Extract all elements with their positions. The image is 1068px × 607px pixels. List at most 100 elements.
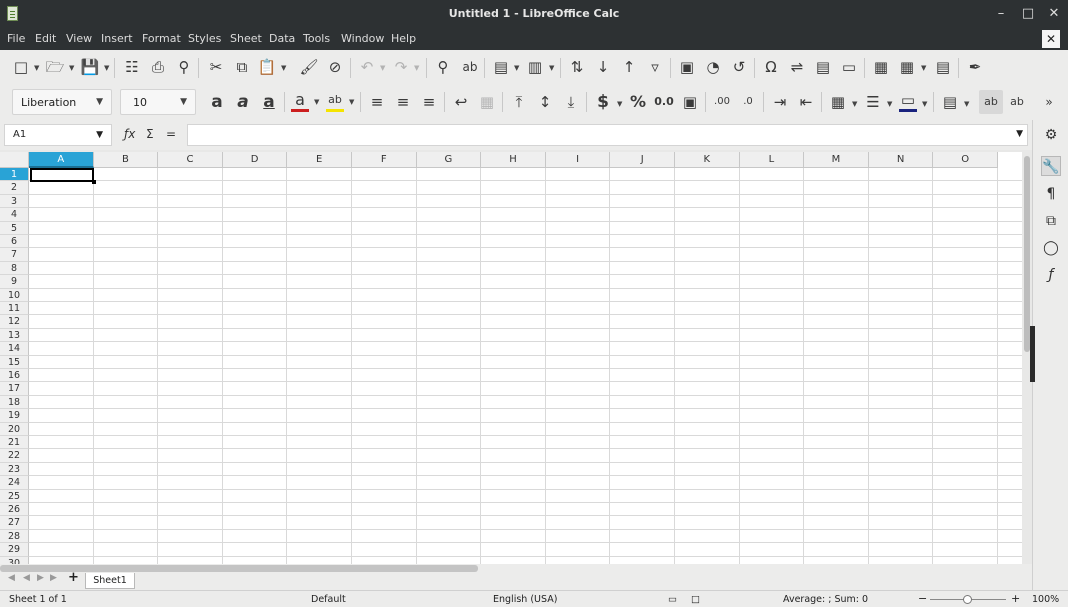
row-header[interactable]: 13 xyxy=(0,328,29,343)
export-pdf-icon[interactable]: ☷ xyxy=(121,56,143,78)
language[interactable]: English (USA) xyxy=(493,594,557,605)
row-dropdown-icon[interactable]: ▼ xyxy=(514,64,519,72)
italic-icon[interactable]: a xyxy=(232,91,254,113)
styles-icon[interactable]: ¶ xyxy=(1041,184,1061,204)
borders-icon[interactable]: ▦ xyxy=(827,91,849,113)
row-header[interactable]: 24 xyxy=(0,476,29,490)
bold-icon[interactable]: a xyxy=(206,91,228,113)
sum-icon[interactable]: Σ xyxy=(146,127,154,141)
number-format-icon[interactable]: 0.0 xyxy=(653,91,675,113)
row-header[interactable]: 8 xyxy=(0,261,29,276)
borders-dropdown-icon[interactable]: ▼ xyxy=(852,100,857,108)
save-icon[interactable]: 💾 xyxy=(79,56,101,78)
menu-data[interactable]: Data xyxy=(269,32,295,45)
percent-format-icon[interactable]: % xyxy=(627,91,649,113)
comment-icon[interactable]: ▤ xyxy=(812,56,834,78)
menu-window[interactable]: Window xyxy=(341,32,384,45)
close-document-icon[interactable]: ✕ xyxy=(1042,30,1060,48)
row-header[interactable]: 1 xyxy=(0,168,29,182)
align-top-icon[interactable]: ⤒ xyxy=(508,91,530,113)
decrease-indent-icon[interactable]: ⇤ xyxy=(795,91,817,113)
row-header[interactable]: 21 xyxy=(0,436,29,450)
formula-input[interactable]: ▼ xyxy=(187,124,1028,146)
navigator-icon[interactable]: ◯ xyxy=(1041,238,1061,258)
split-window-icon[interactable]: ▤ xyxy=(932,56,954,78)
previous-sheet-icon[interactable]: ◀ xyxy=(23,573,30,583)
row-header[interactable]: 27 xyxy=(0,516,29,530)
text-direction-rtl-icon[interactable]: ab xyxy=(1006,91,1028,113)
align-bottom-icon[interactable]: ⤓ xyxy=(560,91,582,113)
column-header[interactable]: B xyxy=(93,152,159,168)
properties-icon[interactable]: 🔧 xyxy=(1041,156,1061,176)
toolbar-overflow-icon[interactable]: » xyxy=(1038,91,1060,113)
first-sheet-icon[interactable]: ◀ xyxy=(8,573,15,583)
cut-icon[interactable]: ✂ xyxy=(205,56,227,78)
close-icon[interactable]: ✕ xyxy=(1045,5,1063,23)
menu-styles[interactable]: Styles xyxy=(188,32,221,45)
column-header[interactable]: N xyxy=(868,152,934,168)
active-cell-cursor[interactable] xyxy=(30,168,96,184)
menu-insert[interactable]: Insert xyxy=(101,32,133,45)
functions-icon[interactable]: ƒ xyxy=(1041,265,1061,285)
column-header[interactable]: H xyxy=(481,152,546,168)
open-dropdown-icon[interactable]: ▼ xyxy=(69,64,74,72)
wrap-text-icon[interactable]: ↩ xyxy=(450,91,472,113)
column-header[interactable]: A xyxy=(29,152,94,168)
insert-image-icon[interactable]: ▣ xyxy=(676,56,698,78)
row-header[interactable]: 18 xyxy=(0,395,29,410)
minimize-icon[interactable]: – xyxy=(992,5,1010,23)
function-wizard-icon[interactable]: ƒx xyxy=(124,127,135,141)
date-format-icon[interactable]: ▣ xyxy=(679,91,701,113)
merge-cells-icon[interactable]: ▦ xyxy=(476,91,498,113)
copy-icon[interactable]: ⧉ xyxy=(231,56,253,78)
row-header[interactable]: 26 xyxy=(0,503,29,517)
row-header[interactable]: 11 xyxy=(0,302,29,316)
font-color-icon[interactable]: a xyxy=(289,89,311,111)
zoom-slider-knob[interactable] xyxy=(963,595,972,604)
row-header[interactable]: 5 xyxy=(0,221,29,235)
center-vertically-icon[interactable]: ↕ xyxy=(534,91,556,113)
undo-icon[interactable]: ↶ xyxy=(356,56,378,78)
add-decimal-place-icon[interactable]: .00 xyxy=(711,91,733,113)
save-dropdown-icon[interactable]: ▼ xyxy=(104,64,109,72)
row-header[interactable]: 10 xyxy=(0,288,29,302)
sort-icon[interactable]: ⇅ xyxy=(566,56,588,78)
row-header[interactable]: 19 xyxy=(0,409,29,423)
zoom-out-icon[interactable]: − xyxy=(918,592,927,605)
conditional-dropdown-icon[interactable]: ▼ xyxy=(964,100,969,108)
column-header[interactable]: L xyxy=(739,152,805,168)
menu-file[interactable]: File xyxy=(7,32,25,45)
new-document-icon[interactable]: □ xyxy=(10,56,32,78)
row-header[interactable]: 6 xyxy=(0,235,29,249)
row-header[interactable]: 30 xyxy=(0,556,29,564)
show-draw-functions-icon[interactable]: ✒ xyxy=(964,56,986,78)
column-header[interactable]: M xyxy=(804,152,869,168)
zoom-in-icon[interactable]: + xyxy=(1011,592,1020,605)
select-all-corner[interactable] xyxy=(0,152,29,168)
row-header[interactable]: 3 xyxy=(0,194,29,209)
find-replace-icon[interactable]: ⚲ xyxy=(432,56,454,78)
column-header[interactable]: G xyxy=(416,152,482,168)
row-header[interactable]: 28 xyxy=(0,529,29,544)
align-left-icon[interactable]: ≡ xyxy=(366,91,388,113)
column-header[interactable]: D xyxy=(222,152,288,168)
column-icon[interactable]: ▥ xyxy=(524,56,546,78)
autofilter-icon[interactable]: ▿ xyxy=(644,56,666,78)
undo-dropdown-icon[interactable]: ▼ xyxy=(380,64,385,72)
define-print-area-icon[interactable]: ▦ xyxy=(870,56,892,78)
headers-footers-icon[interactable]: ▭ xyxy=(838,56,860,78)
currency-dropdown-icon[interactable]: ▼ xyxy=(617,100,622,108)
border-style-icon[interactable]: ☰ xyxy=(862,91,884,113)
insert-chart-icon[interactable]: ◔ xyxy=(702,56,724,78)
open-folder-icon[interactable]: 🗁 xyxy=(44,56,66,78)
print-preview-icon[interactable]: ⚲ xyxy=(173,56,195,78)
row-icon[interactable]: ▤ xyxy=(490,56,512,78)
new-dropdown-icon[interactable]: ▼ xyxy=(34,64,39,72)
special-character-icon[interactable]: Ω xyxy=(760,56,782,78)
name-box[interactable]: A1 ▼ xyxy=(4,124,112,146)
redo-icon[interactable]: ↷ xyxy=(390,56,412,78)
text-direction-ltr-icon[interactable]: ab xyxy=(979,90,1003,114)
row-header[interactable]: 12 xyxy=(0,315,29,329)
sheet-tab[interactable]: Sheet1 xyxy=(85,573,135,589)
border-color-dropdown-icon[interactable]: ▼ xyxy=(922,100,927,108)
